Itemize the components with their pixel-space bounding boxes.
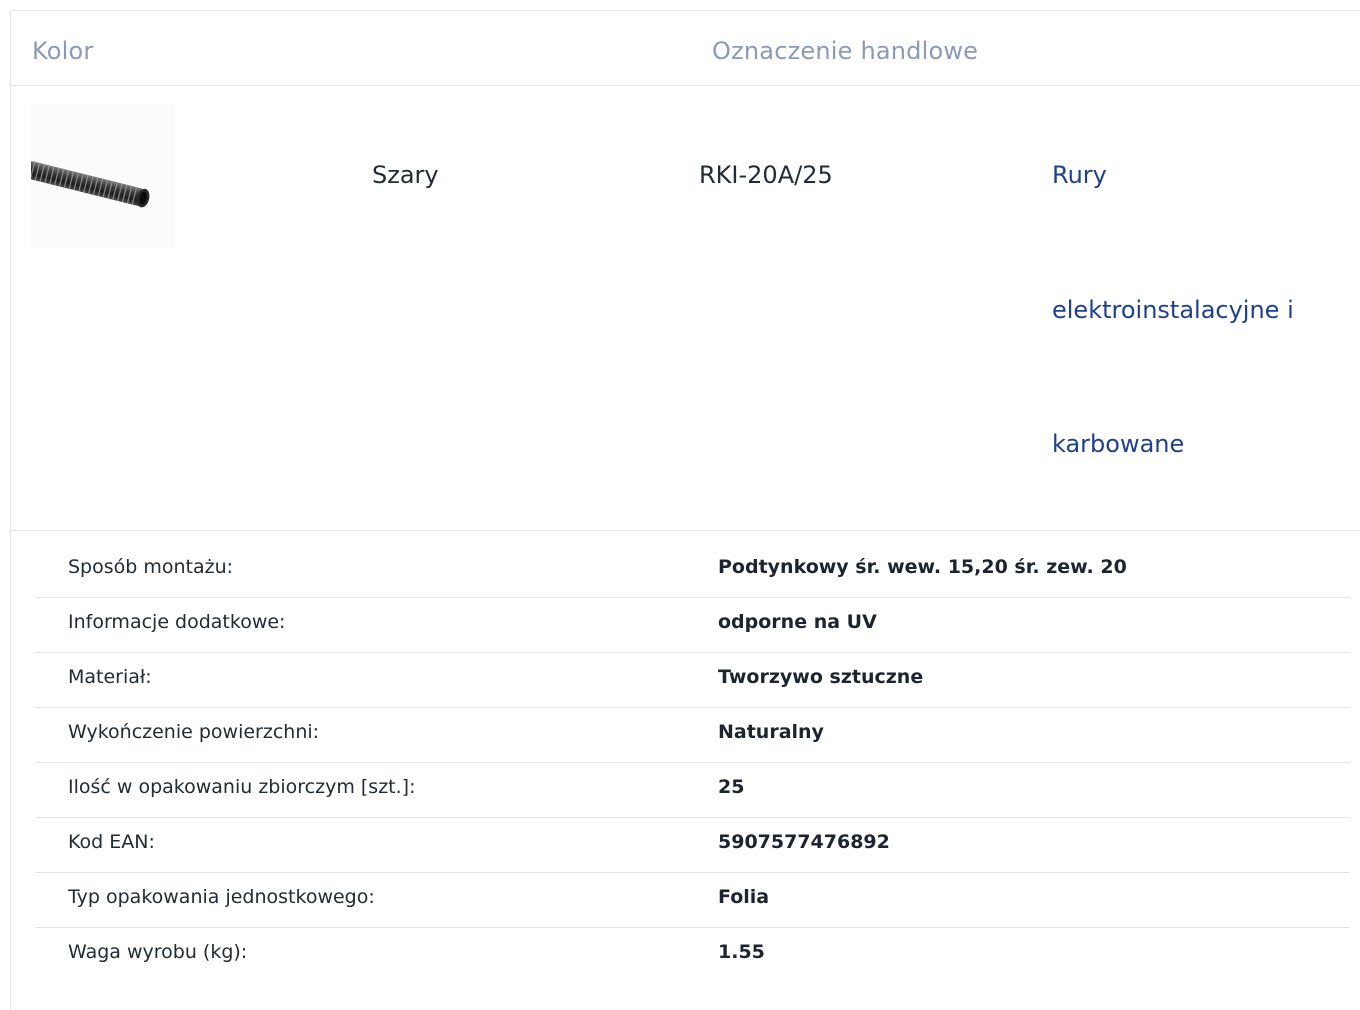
spec-label: Sposób montażu: bbox=[68, 556, 234, 578]
spec-label: Informacje dodatkowe: bbox=[68, 611, 286, 633]
header-trade-name: Oznaczenie handlowe bbox=[712, 37, 979, 65]
corrugated-pipe-icon[interactable] bbox=[25, 104, 175, 248]
spec-label: Waga wyrobu (kg): bbox=[68, 941, 248, 963]
spec-value: Naturalny bbox=[718, 721, 824, 743]
spec-row-weight: Waga wyrobu (kg): 1.55 bbox=[35, 928, 1350, 983]
spec-label: Wykończenie powierzchni: bbox=[68, 721, 320, 743]
spec-label: Typ opakowania jednostkowego: bbox=[68, 886, 375, 908]
spec-value: 5907577476892 bbox=[718, 831, 890, 853]
spec-row-surface-finish: Wykończenie powierzchni: Naturalny bbox=[35, 708, 1350, 763]
spec-value: odporne na UV bbox=[718, 611, 877, 633]
specifications-table: Sposób montażu: Podtynkowy śr. wew. 15,2… bbox=[35, 543, 1350, 983]
spec-row-ean-code: Kod EAN: 5907577476892 bbox=[35, 818, 1350, 873]
spec-label: Kod EAN: bbox=[68, 831, 155, 853]
category-link-line-1[interactable]: Rury bbox=[1052, 161, 1107, 189]
category-link-line-2[interactable]: elektroinstalacyjne i bbox=[1052, 296, 1294, 324]
table-header-row: Kolor Oznaczenie handlowe bbox=[11, 11, 1360, 86]
product-trade-name-value: RKI-20A/25 bbox=[699, 161, 833, 189]
product-color-value: Szary bbox=[372, 161, 439, 189]
spec-label: Materiał: bbox=[68, 666, 152, 688]
spec-value: 25 bbox=[718, 776, 745, 798]
spec-row-mounting: Sposób montażu: Podtynkowy śr. wew. 15,2… bbox=[35, 543, 1350, 598]
category-link-line-3[interactable]: karbowane bbox=[1052, 430, 1184, 458]
spec-value: Tworzywo sztuczne bbox=[718, 666, 924, 688]
spec-row-unit-packaging: Typ opakowania jednostkowego: Folia bbox=[35, 873, 1350, 928]
spec-label: Ilość w opakowaniu zbiorczym [szt.]: bbox=[68, 776, 416, 798]
spec-row-material: Materiał: Tworzywo sztuczne bbox=[35, 653, 1350, 708]
header-color: Kolor bbox=[32, 37, 94, 65]
spec-value: 1.55 bbox=[718, 941, 765, 963]
spec-value: Podtynkowy śr. wew. 15,20 śr. zew. 20 bbox=[718, 556, 1127, 578]
spec-value: Folia bbox=[718, 886, 770, 908]
product-row: Szary RKI-20A/25 Rury elektroinstalacyjn… bbox=[11, 86, 1360, 531]
spec-row-additional-info: Informacje dodatkowe: odporne na UV bbox=[35, 598, 1350, 653]
spec-row-bulk-quantity: Ilość w opakowaniu zbiorczym [szt.]: 25 bbox=[35, 763, 1350, 818]
